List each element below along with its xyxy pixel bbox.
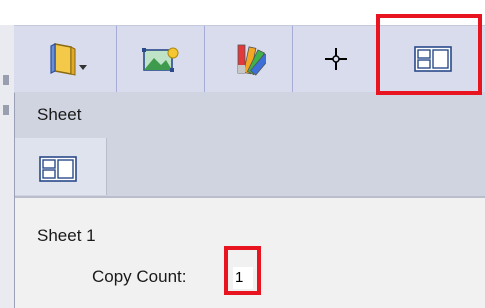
crosshair-button[interactable] bbox=[293, 26, 380, 92]
sheet-panel-title: Sheet bbox=[37, 105, 82, 124]
insert-picture-button[interactable] bbox=[117, 26, 205, 92]
crosshair-icon bbox=[324, 47, 348, 71]
sheet-layout-tab[interactable] bbox=[15, 138, 107, 195]
highlight-sheet-layout-button bbox=[376, 14, 482, 95]
sheet-layout-icon bbox=[39, 156, 77, 187]
left-side-strip bbox=[0, 25, 15, 308]
highlight-copy-count-input bbox=[224, 246, 261, 295]
copy-count-label: Copy Count: bbox=[92, 267, 187, 286]
book-dropdown-button[interactable] bbox=[14, 26, 117, 92]
picture-icon bbox=[141, 44, 181, 74]
color-swatch-icon bbox=[232, 41, 266, 77]
strip-marker bbox=[3, 105, 9, 115]
color-swatches-button[interactable] bbox=[205, 26, 293, 92]
strip-marker bbox=[3, 75, 9, 85]
book-icon bbox=[41, 41, 89, 77]
sheet-name-label: Sheet 1 bbox=[37, 226, 96, 245]
